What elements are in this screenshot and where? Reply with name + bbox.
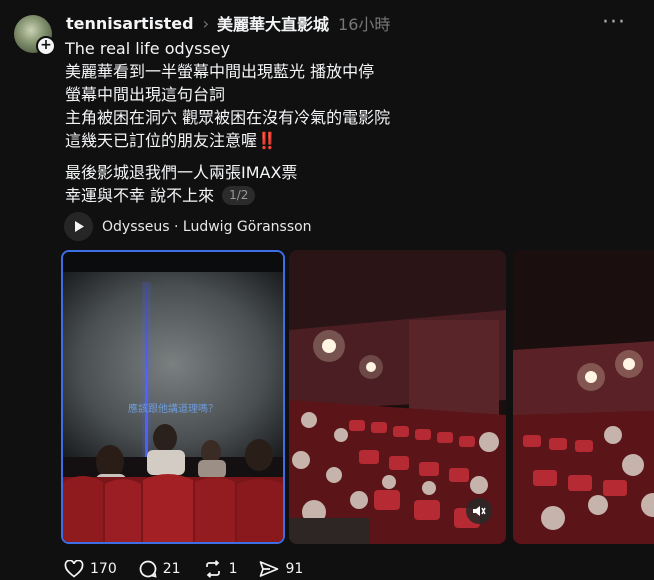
share-count: 91: [285, 561, 304, 577]
comment-button[interactable]: 21: [139, 560, 181, 578]
repost-count: 1: [228, 561, 238, 577]
follow-plus-icon[interactable]: +: [36, 36, 56, 56]
heart-icon: [64, 560, 84, 578]
mute-icon[interactable]: [466, 498, 492, 524]
chevron-right-icon: ›: [202, 13, 209, 33]
comment-count: 21: [162, 561, 181, 577]
text-line: 這幾天已訂位的朋友注意喔‼️: [65, 131, 277, 150]
play-icon[interactable]: [64, 212, 93, 241]
media-image-1[interactable]: 應該跟他講道理嗎？: [61, 250, 285, 544]
text-line: 幸運與不幸 說不上來: [65, 186, 215, 205]
post-header: tennisartisted › 美麗華大直影城 16小時: [66, 11, 390, 35]
community-name[interactable]: 美麗華大直影城: [217, 11, 329, 35]
username[interactable]: tennisartisted: [66, 14, 194, 33]
music-title: Odysseus · Ludwig Göransson: [102, 218, 312, 235]
share-button[interactable]: 91: [259, 560, 303, 578]
page-indicator[interactable]: 1/2: [222, 186, 256, 205]
avatar[interactable]: +: [14, 15, 56, 56]
media-video-2[interactable]: [289, 250, 506, 544]
more-options-icon[interactable]: ···: [602, 10, 626, 35]
text-line-with-pager: 幸運與不幸 說不上來 1/2: [65, 184, 390, 207]
like-count: 170: [90, 561, 117, 577]
music-attachment[interactable]: Odysseus · Ludwig Göransson: [64, 212, 312, 241]
share-icon: [260, 561, 279, 577]
comment-icon: [139, 560, 157, 578]
like-button[interactable]: 170: [64, 560, 117, 578]
text-line: 美麗華看到一半螢幕中間出現藍光 播放中停: [65, 62, 375, 81]
repost-button[interactable]: 1: [203, 560, 238, 578]
text-line: 螢幕中間出現這句台詞: [65, 85, 226, 104]
action-bar: 170 21 1 91: [64, 560, 325, 578]
screen-caption: 應該跟他講道理嗎？: [128, 402, 218, 415]
repost-icon: [205, 560, 220, 578]
post-time: 16小時: [338, 15, 391, 34]
text-line: 最後影城退我們一人兩張IMAX票: [65, 163, 298, 182]
text-line: The real life odyssey: [65, 39, 231, 58]
post-text: The real life odyssey 美麗華看到一半螢幕中間出現藍光 播放…: [65, 37, 390, 207]
media-image-3[interactable]: [513, 250, 654, 544]
text-line: 主角被困在洞穴 觀眾被困在沒有冷氣的電影院: [65, 108, 391, 127]
